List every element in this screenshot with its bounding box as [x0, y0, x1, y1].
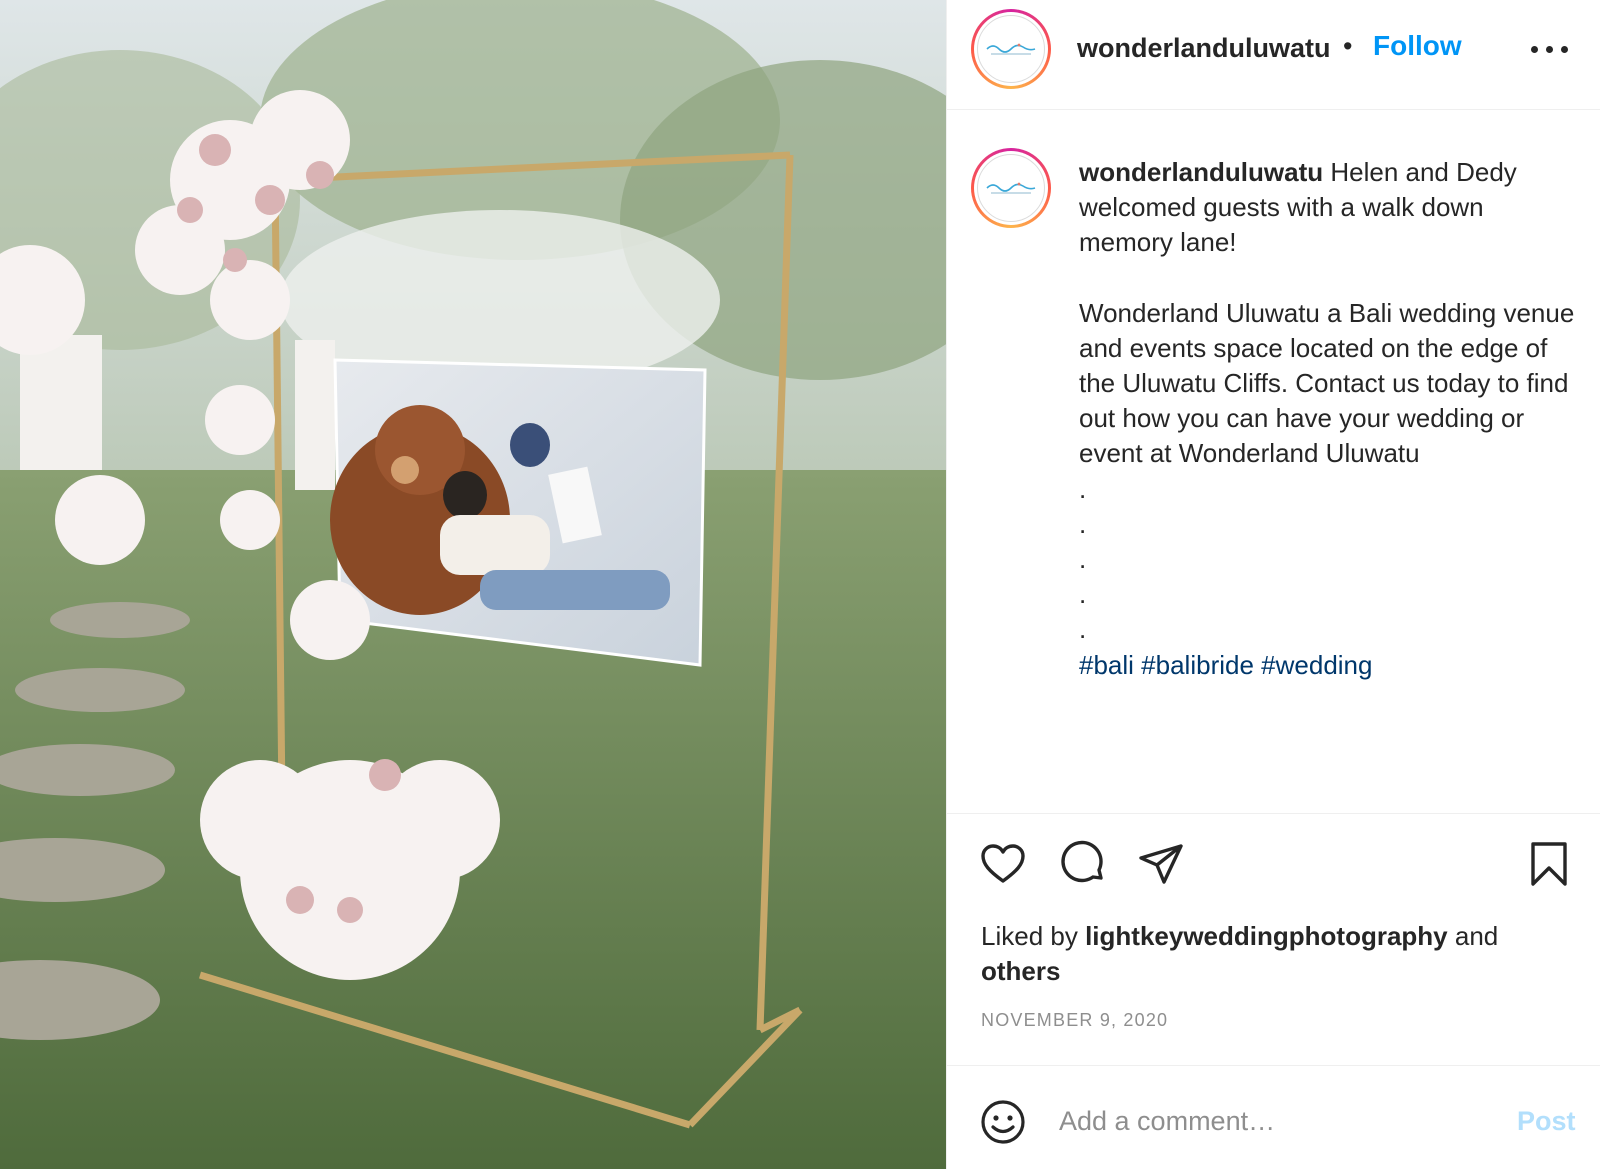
caption-dot: .	[1079, 473, 1087, 504]
likes-conjunction: and	[1454, 921, 1499, 951]
paper-plane-icon[interactable]	[1137, 840, 1185, 888]
likes-others[interactable]: others	[981, 956, 1060, 986]
post-details-panel: wonderlanduluwatu • Follow wonderlandulu…	[946, 0, 1600, 1169]
caption-dot: .	[1079, 614, 1087, 645]
caption-dot: .	[1079, 544, 1087, 574]
post-button[interactable]: Post	[1517, 1106, 1576, 1137]
caption-username[interactable]: wonderlanduluwatu	[1079, 157, 1323, 187]
hashtag-link[interactable]: #bali	[1079, 650, 1134, 680]
hashtag-link[interactable]: #balibride	[1141, 650, 1254, 680]
comment-input[interactable]	[1059, 1096, 1479, 1146]
separator-dot: •	[1343, 31, 1353, 61]
caption-dots: . . . . .	[1079, 472, 1579, 648]
wedding-photo-display	[0, 0, 946, 1169]
likes-prefix: Liked by	[981, 921, 1078, 951]
post-image[interactable]	[0, 0, 946, 1169]
caption-text: wonderlanduluwatu Helen and Dedy welcome…	[1079, 155, 1579, 683]
caption-avatar[interactable]	[971, 148, 1051, 228]
comment-bar: Post	[947, 1065, 1600, 1169]
avatar[interactable]	[971, 9, 1051, 89]
hashtag-link[interactable]: #wedding	[1261, 650, 1372, 680]
caption-dot: .	[1079, 508, 1087, 539]
follow-button[interactable]: Follow	[1373, 30, 1462, 62]
caption-line-2: Wonderland Uluwatu a Bali wedding venue …	[1079, 297, 1575, 469]
wonderland-logo-icon	[977, 15, 1045, 83]
wonderland-logo-icon	[977, 154, 1045, 222]
liker-username[interactable]: lightkeyweddingphotography	[1085, 921, 1448, 951]
post-date[interactable]: NOVEMBER 9, 2020	[981, 1010, 1168, 1031]
hashtags: #bali #balibride #wedding	[1079, 648, 1579, 683]
action-bar	[947, 840, 1600, 890]
comment-icon[interactable]	[1059, 840, 1107, 888]
more-options-icon[interactable]	[1531, 38, 1571, 58]
header-username[interactable]: wonderlanduluwatu	[1077, 33, 1331, 64]
heart-icon[interactable]	[979, 840, 1027, 888]
bookmark-icon[interactable]	[1525, 840, 1573, 888]
likes-summary: Liked by lightkeyweddingphotography and …	[981, 919, 1581, 989]
post-header: wonderlanduluwatu • Follow	[947, 0, 1600, 110]
caption-dot: .	[1079, 579, 1087, 610]
smiley-icon[interactable]	[979, 1098, 1027, 1146]
caption-area[interactable]: wonderlanduluwatu Helen and Dedy welcome…	[947, 110, 1600, 814]
